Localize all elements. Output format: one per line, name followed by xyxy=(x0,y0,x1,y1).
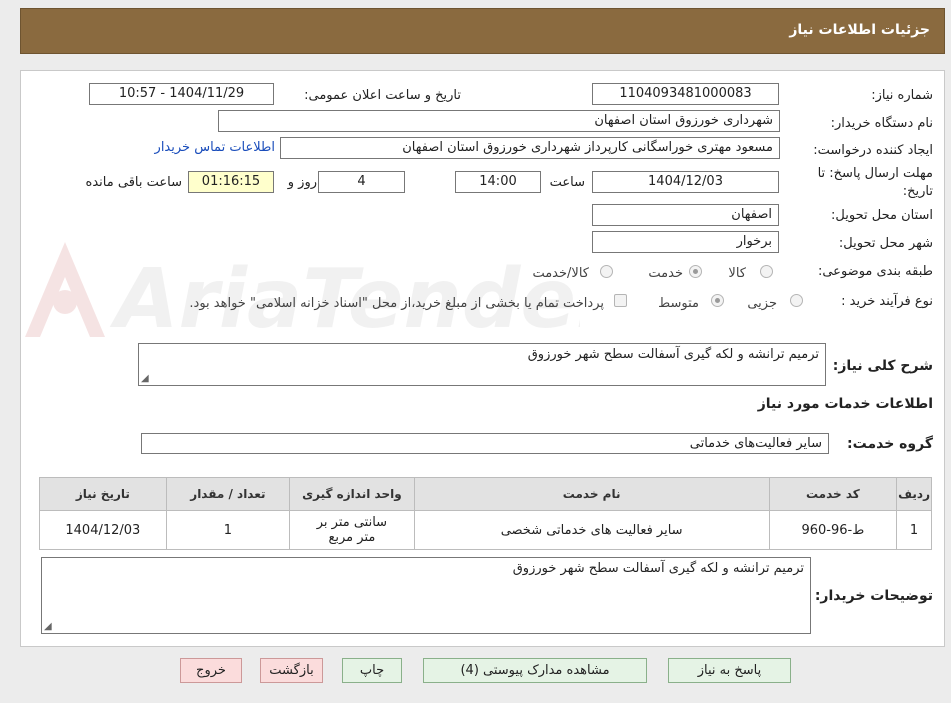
print-button[interactable]: چاپ xyxy=(342,658,402,683)
category-goods-radio[interactable] xyxy=(760,265,773,278)
cell-service-code: ط-96-960 xyxy=(768,510,898,550)
category-label: طبقه بندی موضوعی: xyxy=(817,264,933,279)
creator-label: ایجاد کننده درخواست: xyxy=(813,143,933,158)
process-label: نوع فرآیند خرید : xyxy=(841,294,933,309)
days-label: روز و xyxy=(287,175,317,190)
buyer-notes-text: ترمیم ترانشه و لکه گیری آسفالت سطح شهر خ… xyxy=(512,561,804,576)
table-row[interactable]: 1 ط-96-960 سایر فعالیت های خدماتی شخصی س… xyxy=(39,510,932,550)
view-attachments-button[interactable]: مشاهده مدارک پیوستی (4) xyxy=(423,658,647,683)
treasury-payment-checkbox[interactable] xyxy=(614,294,627,307)
buyer-contact-link[interactable]: اطلاعات تماس خریدار xyxy=(155,140,275,155)
deadline-date-field[interactable]: 1404/12/03 xyxy=(592,171,779,193)
resize-grip-icon[interactable]: ◢ xyxy=(141,374,149,384)
col-service-name: نام خدمت xyxy=(413,477,770,511)
buyer-org-label: نام دستگاه خریدار: xyxy=(830,116,933,131)
page-header: جزئیات اطلاعات نیاز xyxy=(20,8,945,54)
remaining-time-label: ساعت باقی مانده xyxy=(85,175,182,190)
remaining-time-field[interactable]: 01:16:15 xyxy=(188,171,274,193)
col-service-code: کد خدمت xyxy=(768,477,898,511)
category-goods-service-radio[interactable] xyxy=(600,265,613,278)
cell-row-number: 1 xyxy=(896,510,932,550)
process-medium-label: متوسط xyxy=(658,296,699,311)
back-button[interactable]: بازگشت xyxy=(260,658,323,683)
need-number-label: شماره نیاز: xyxy=(871,88,933,103)
buyer-notes-label: توضیحات خریدار: xyxy=(814,588,933,604)
col-row-number: ردیف xyxy=(896,477,932,511)
cell-unit: سانتی متر بر متر مربع xyxy=(289,510,415,550)
resize-grip-icon[interactable]: ◢ xyxy=(44,622,52,632)
services-section-title: اطلاعات خدمات مورد نیاز xyxy=(757,396,933,412)
table-header-row: ردیف کد خدمت نام خدمت واحد اندازه گیری ت… xyxy=(39,477,932,511)
province-label: استان محل تحویل: xyxy=(831,208,933,223)
cell-service-name: سایر فعالیت های خدماتی شخصی xyxy=(413,510,770,550)
summary-label: شرح کلی نیاز: xyxy=(832,358,933,374)
province-field[interactable]: اصفهان xyxy=(592,204,779,226)
category-service-label: خدمت xyxy=(648,266,683,281)
cell-quantity: 1 xyxy=(165,510,291,550)
col-quantity: تعداد / مقدار xyxy=(165,477,291,511)
summary-textarea[interactable]: ترمیم ترانشه و لکه گیری آسفالت سطح شهر خ… xyxy=(138,343,826,386)
page-title: جزئیات اطلاعات نیاز xyxy=(789,22,930,38)
need-number-field[interactable]: 1104093481000083 xyxy=(592,83,779,105)
buyer-org-field[interactable]: شهرداری خورزوق استان اصفهان xyxy=(218,110,780,132)
service-group-field[interactable]: سایر فعالیت‌های خدماتی xyxy=(141,433,829,454)
announce-date-field[interactable]: 1404/11/29 - 10:57 xyxy=(89,83,274,105)
summary-text: ترمیم ترانشه و لکه گیری آسفالت سطح شهر خ… xyxy=(527,347,819,362)
col-need-date: تاریخ نیاز xyxy=(39,477,167,511)
deadline-label-2: تاریخ: xyxy=(902,184,933,199)
announce-date-label: تاریخ و ساعت اعلان عمومی: xyxy=(304,88,461,103)
cell-need-date: 1404/12/03 xyxy=(39,510,167,550)
buyer-notes-textarea[interactable]: ترمیم ترانشه و لکه گیری آسفالت سطح شهر خ… xyxy=(41,557,811,634)
process-minor-label: جزیی xyxy=(747,296,777,311)
service-group-label: گروه خدمت: xyxy=(847,436,933,452)
process-minor-radio[interactable] xyxy=(790,294,803,307)
col-unit: واحد اندازه گیری xyxy=(289,477,415,511)
reply-button[interactable]: پاسخ به نیاز xyxy=(668,658,791,683)
process-medium-radio[interactable] xyxy=(711,294,724,307)
category-goods-service-label: کالا/خدمت xyxy=(532,266,589,281)
deadline-time-label: ساعت xyxy=(549,175,585,190)
remaining-days-field[interactable]: 4 xyxy=(318,171,405,193)
city-field[interactable]: برخوار xyxy=(592,231,779,253)
exit-button[interactable]: خروج xyxy=(180,658,242,683)
deadline-label: مهلت ارسال پاسخ: تا xyxy=(817,166,933,181)
category-goods-label: کالا xyxy=(728,266,746,281)
services-table: ردیف کد خدمت نام خدمت واحد اندازه گیری ت… xyxy=(39,477,932,550)
treasury-payment-note: پرداخت تمام یا بخشی از مبلغ خرید،از محل … xyxy=(189,296,604,311)
category-service-radio[interactable] xyxy=(689,265,702,278)
creator-field[interactable]: مسعود مهتری خوراسگانی کارپرداز شهرداری خ… xyxy=(280,137,780,159)
deadline-time-field[interactable]: 14:00 xyxy=(455,171,541,193)
city-label: شهر محل تحویل: xyxy=(838,236,933,251)
